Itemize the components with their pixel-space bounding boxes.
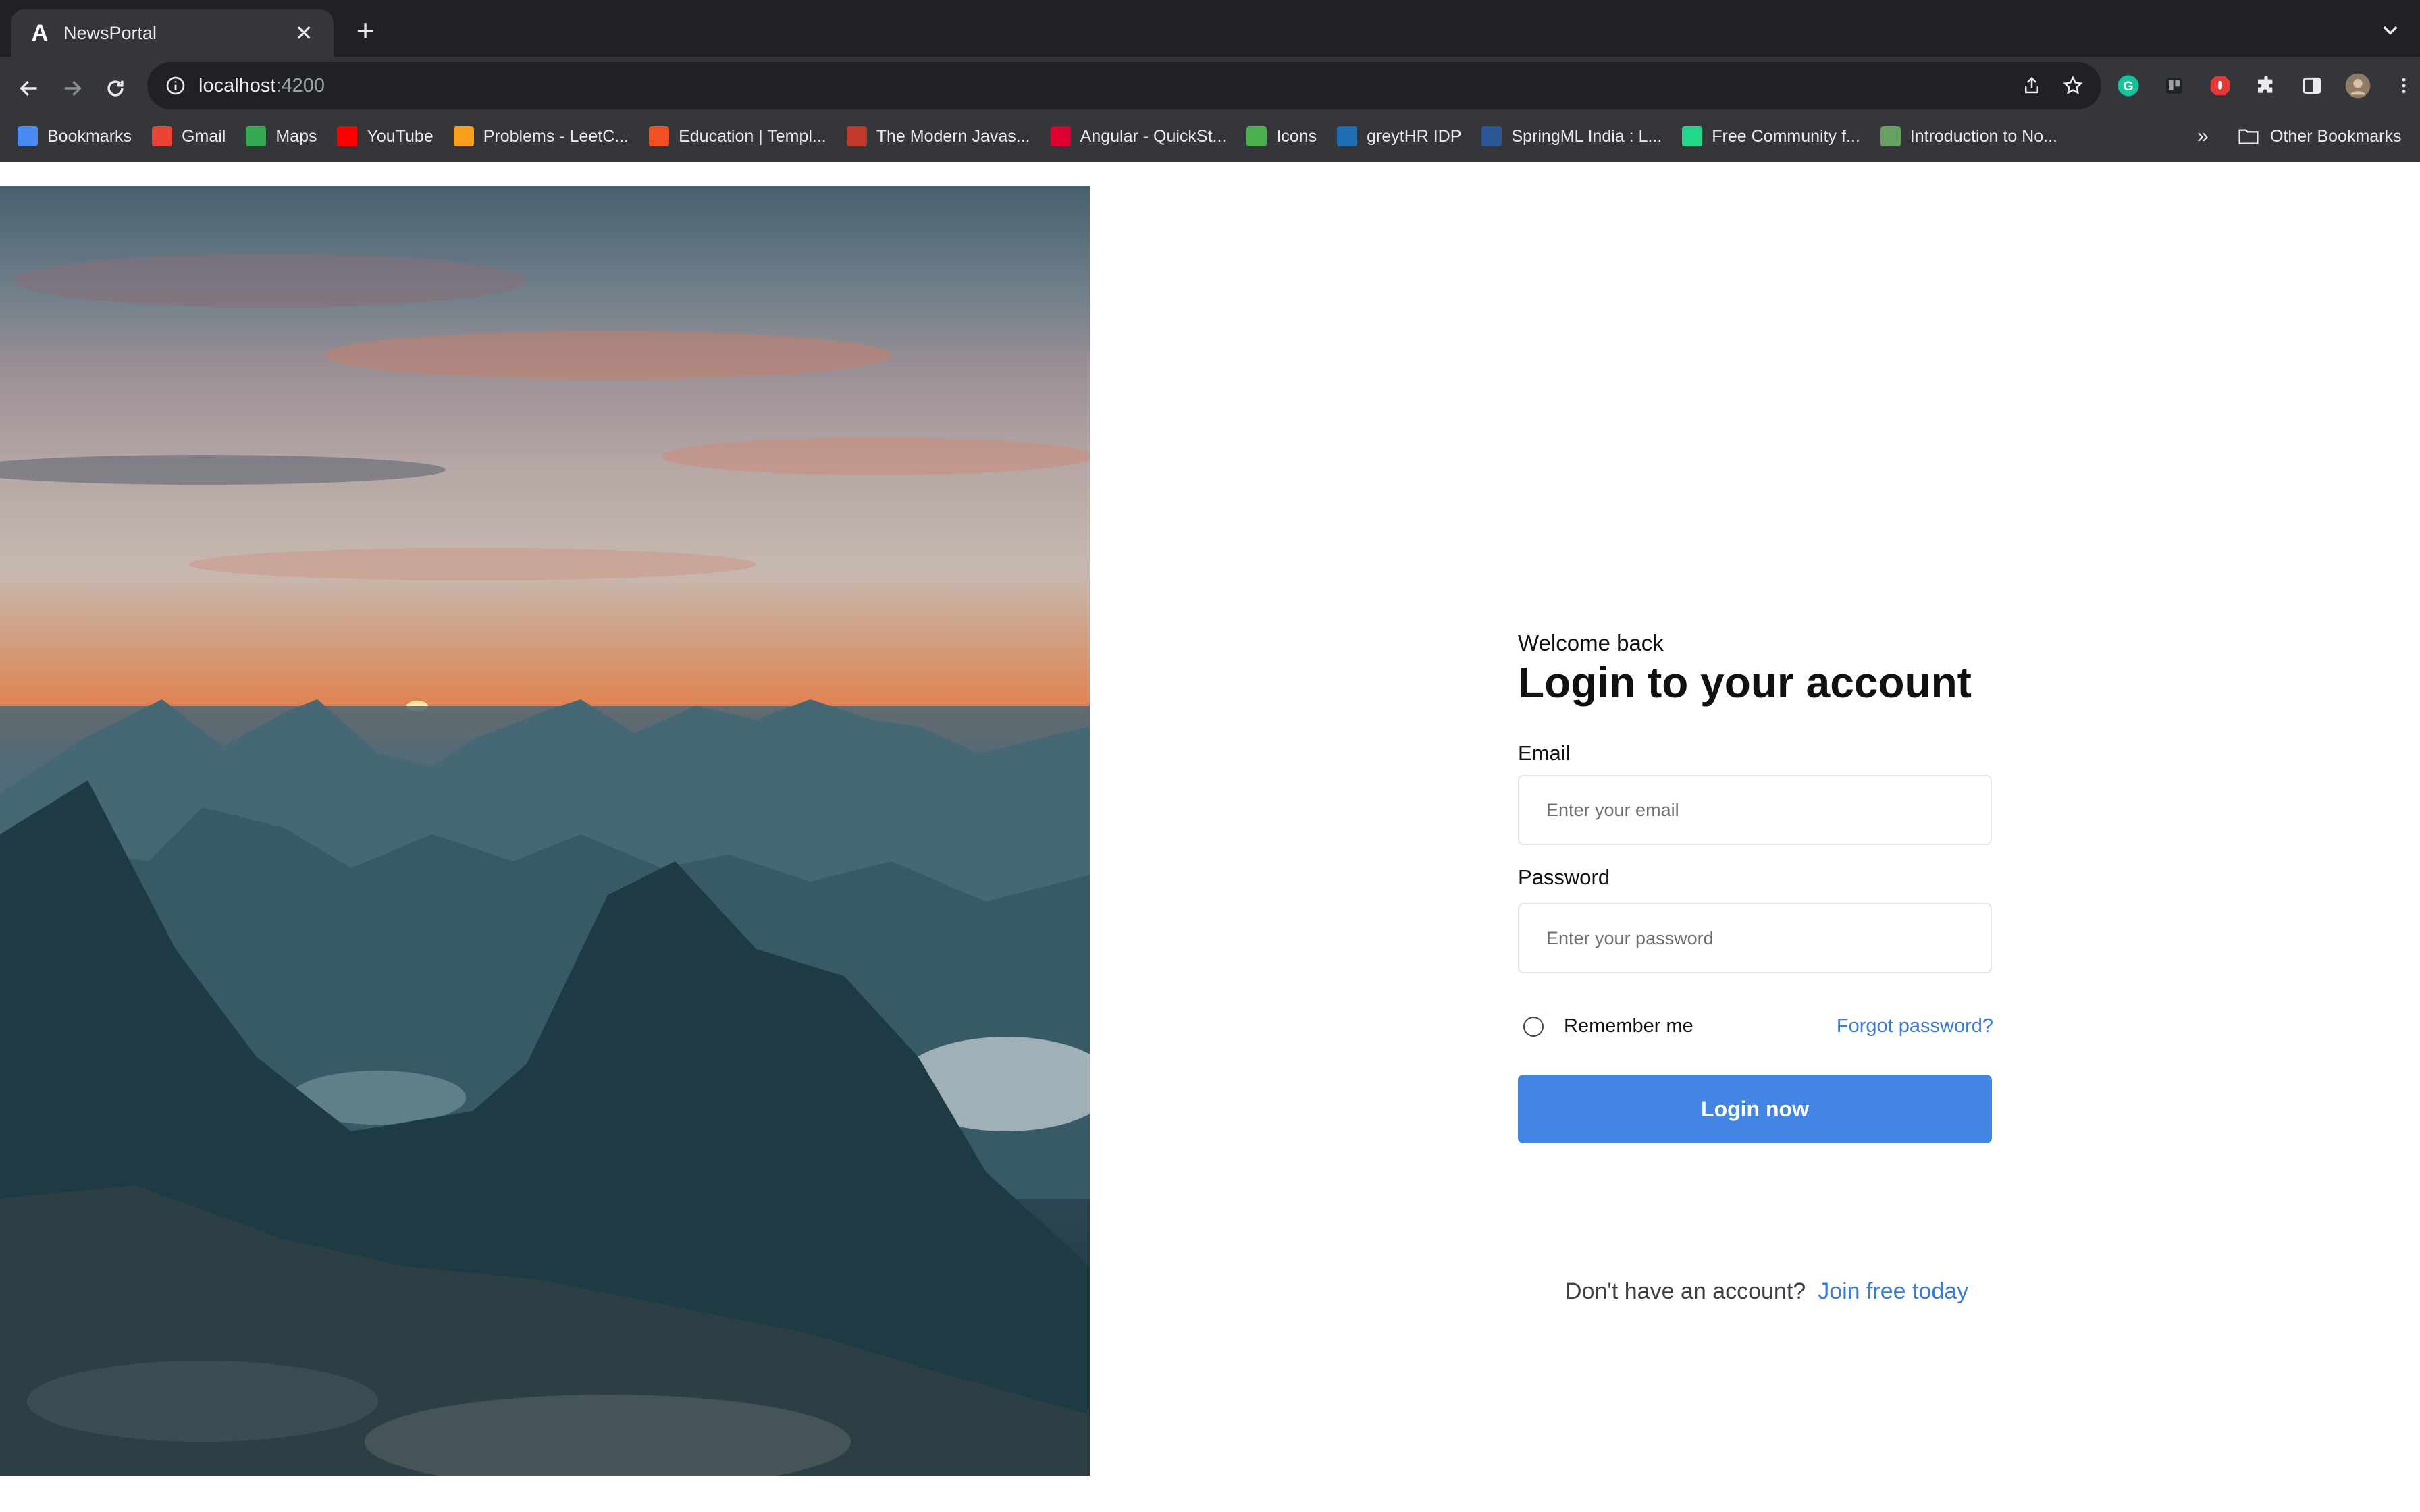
tab-title: NewsPortal: [63, 22, 157, 43]
address-bar[interactable]: localhost :4200: [147, 62, 2101, 109]
bookmark-label: Free Community f...: [1712, 126, 1860, 146]
password-field[interactable]: [1518, 903, 1992, 973]
welcome-text: Welcome back: [1518, 630, 1664, 655]
angular-icon: [1050, 126, 1071, 146]
extensions-puzzle-icon[interactable]: [2253, 72, 2280, 99]
page-content: Welcome back Login to your account Email…: [0, 162, 2420, 1512]
shield-icon: [1246, 126, 1267, 146]
leetcode-icon: [453, 126, 474, 146]
browser-tab-strip: A NewsPortal ✕ +: [0, 0, 2420, 57]
youtube-icon: [337, 126, 358, 146]
bookmark-label: Education | Templ...: [679, 126, 826, 146]
other-bookmarks-label: Other Bookmarks: [2270, 126, 2402, 146]
url-host: localhost: [199, 74, 276, 97]
maps-icon: [246, 126, 267, 146]
bookmark-item[interactable]: Education | Templ...: [649, 126, 826, 146]
browser-toolbar: localhost :4200 G Bookmarks Gmail Maps Y…: [0, 57, 2420, 162]
forgot-password-link[interactable]: Forgot password?: [1837, 1015, 1993, 1037]
gmail-icon: [152, 126, 173, 146]
tab-newsportal[interactable]: A NewsPortal ✕: [11, 9, 334, 57]
new-tab-button[interactable]: +: [350, 15, 381, 46]
grammarly-icon[interactable]: G: [2115, 72, 2142, 99]
bookmark-label: Problems - LeetC...: [483, 126, 629, 146]
remember-me-radio[interactable]: [1523, 1016, 1544, 1037]
nodejs-icon: [1880, 126, 1901, 146]
password-label: Password: [1518, 865, 1610, 889]
bookmark-item[interactable]: Problems - LeetC...: [453, 126, 629, 146]
bookmark-star-icon[interactable]: [2062, 75, 2084, 97]
signup-text: Don't have an account?: [1565, 1278, 1806, 1304]
bookmark-label: Bookmarks: [47, 126, 132, 146]
signup-prompt: Don't have an account? Join free today: [1565, 1278, 1968, 1305]
bookmark-item[interactable]: Icons: [1246, 126, 1317, 146]
forward-arrow-icon: [64, 80, 82, 97]
bookmarks-bar: Bookmarks Gmail Maps YouTube Problems - Leet…: [0, 115, 2420, 158]
email-label: Email: [1518, 741, 1571, 765]
remember-me-option[interactable]: Remember me: [1523, 1015, 1693, 1037]
login-button[interactable]: Login now: [1518, 1075, 1992, 1143]
close-tab-icon[interactable]: ✕: [290, 20, 317, 46]
browser-menu-icon[interactable]: [2390, 72, 2417, 99]
javascript-icon: [846, 126, 867, 146]
microsoft-icon: [649, 126, 670, 146]
bookmark-item[interactable]: Free Community f...: [1682, 126, 1860, 146]
back-button[interactable]: [12, 72, 46, 105]
side-panel-icon[interactable]: [2298, 72, 2325, 99]
join-free-link[interactable]: Join free today: [1818, 1278, 1968, 1305]
bookmark-label: Icons: [1276, 126, 1317, 146]
springml-icon: [1481, 126, 1502, 146]
bookmark-label: SpringML India : L...: [1511, 126, 1662, 146]
reload-button[interactable]: [99, 72, 132, 105]
pycharm-icon: [1682, 126, 1703, 146]
bookmark-item[interactable]: Maps: [246, 126, 317, 146]
other-bookmarks-folder[interactable]: Other Bookmarks: [2238, 115, 2402, 158]
more-bookmarks-button[interactable]: »: [2197, 115, 2209, 158]
reload-icon: [107, 80, 124, 97]
bookmark-item[interactable]: Introduction to No...: [1880, 126, 2057, 146]
profile-avatar[interactable]: [2344, 72, 2371, 99]
page-title: Login to your account: [1518, 658, 1972, 707]
bookmark-item[interactable]: SpringML India : L...: [1481, 126, 1662, 146]
back-arrow-icon: [20, 80, 37, 97]
url-port: :4200: [275, 74, 325, 97]
login-panel: Welcome back Login to your account Email…: [1518, 162, 1993, 1512]
trello-icon[interactable]: [2161, 72, 2188, 99]
share-icon[interactable]: [2022, 76, 2042, 96]
svg-text:G: G: [2123, 79, 2133, 94]
mountain-sunset-image: [0, 186, 1090, 1476]
bookmark-item[interactable]: The Modern Javas...: [846, 126, 1030, 146]
mountain-landscape-illustration: [0, 254, 1090, 1476]
bookmark-label: Gmail: [182, 126, 226, 146]
bookmark-item[interactable]: Gmail: [152, 126, 226, 146]
tab-search-chevron-icon[interactable]: [2379, 19, 2401, 40]
bookmark-item[interactable]: Bookmarks: [18, 126, 132, 146]
bookmark-label: Angular - QuickSt...: [1080, 126, 1227, 146]
bookmark-label: Introduction to No...: [1910, 126, 2057, 146]
bookmark-item[interactable]: YouTube: [337, 126, 433, 146]
bookmark-label: Maps: [275, 126, 317, 146]
site-info-icon[interactable]: [165, 75, 186, 97]
adblock-icon[interactable]: [2207, 72, 2234, 99]
greythr-icon: [1337, 126, 1358, 146]
bookmark-item[interactable]: Angular - QuickSt...: [1050, 126, 1227, 146]
star-icon: [18, 126, 38, 146]
email-field[interactable]: [1518, 775, 1992, 845]
remember-me-label: Remember me: [1564, 1015, 1693, 1037]
extensions-area: G: [2115, 66, 2417, 105]
angular-favicon-icon: A: [31, 20, 49, 46]
bookmark-item[interactable]: greytHR IDP: [1337, 126, 1461, 146]
folder-icon: [2238, 129, 2259, 144]
bookmark-label: The Modern Javas...: [876, 126, 1030, 146]
bookmark-label: YouTube: [367, 126, 433, 146]
forward-button[interactable]: [55, 72, 89, 105]
bookmark-label: greytHR IDP: [1367, 126, 1462, 146]
